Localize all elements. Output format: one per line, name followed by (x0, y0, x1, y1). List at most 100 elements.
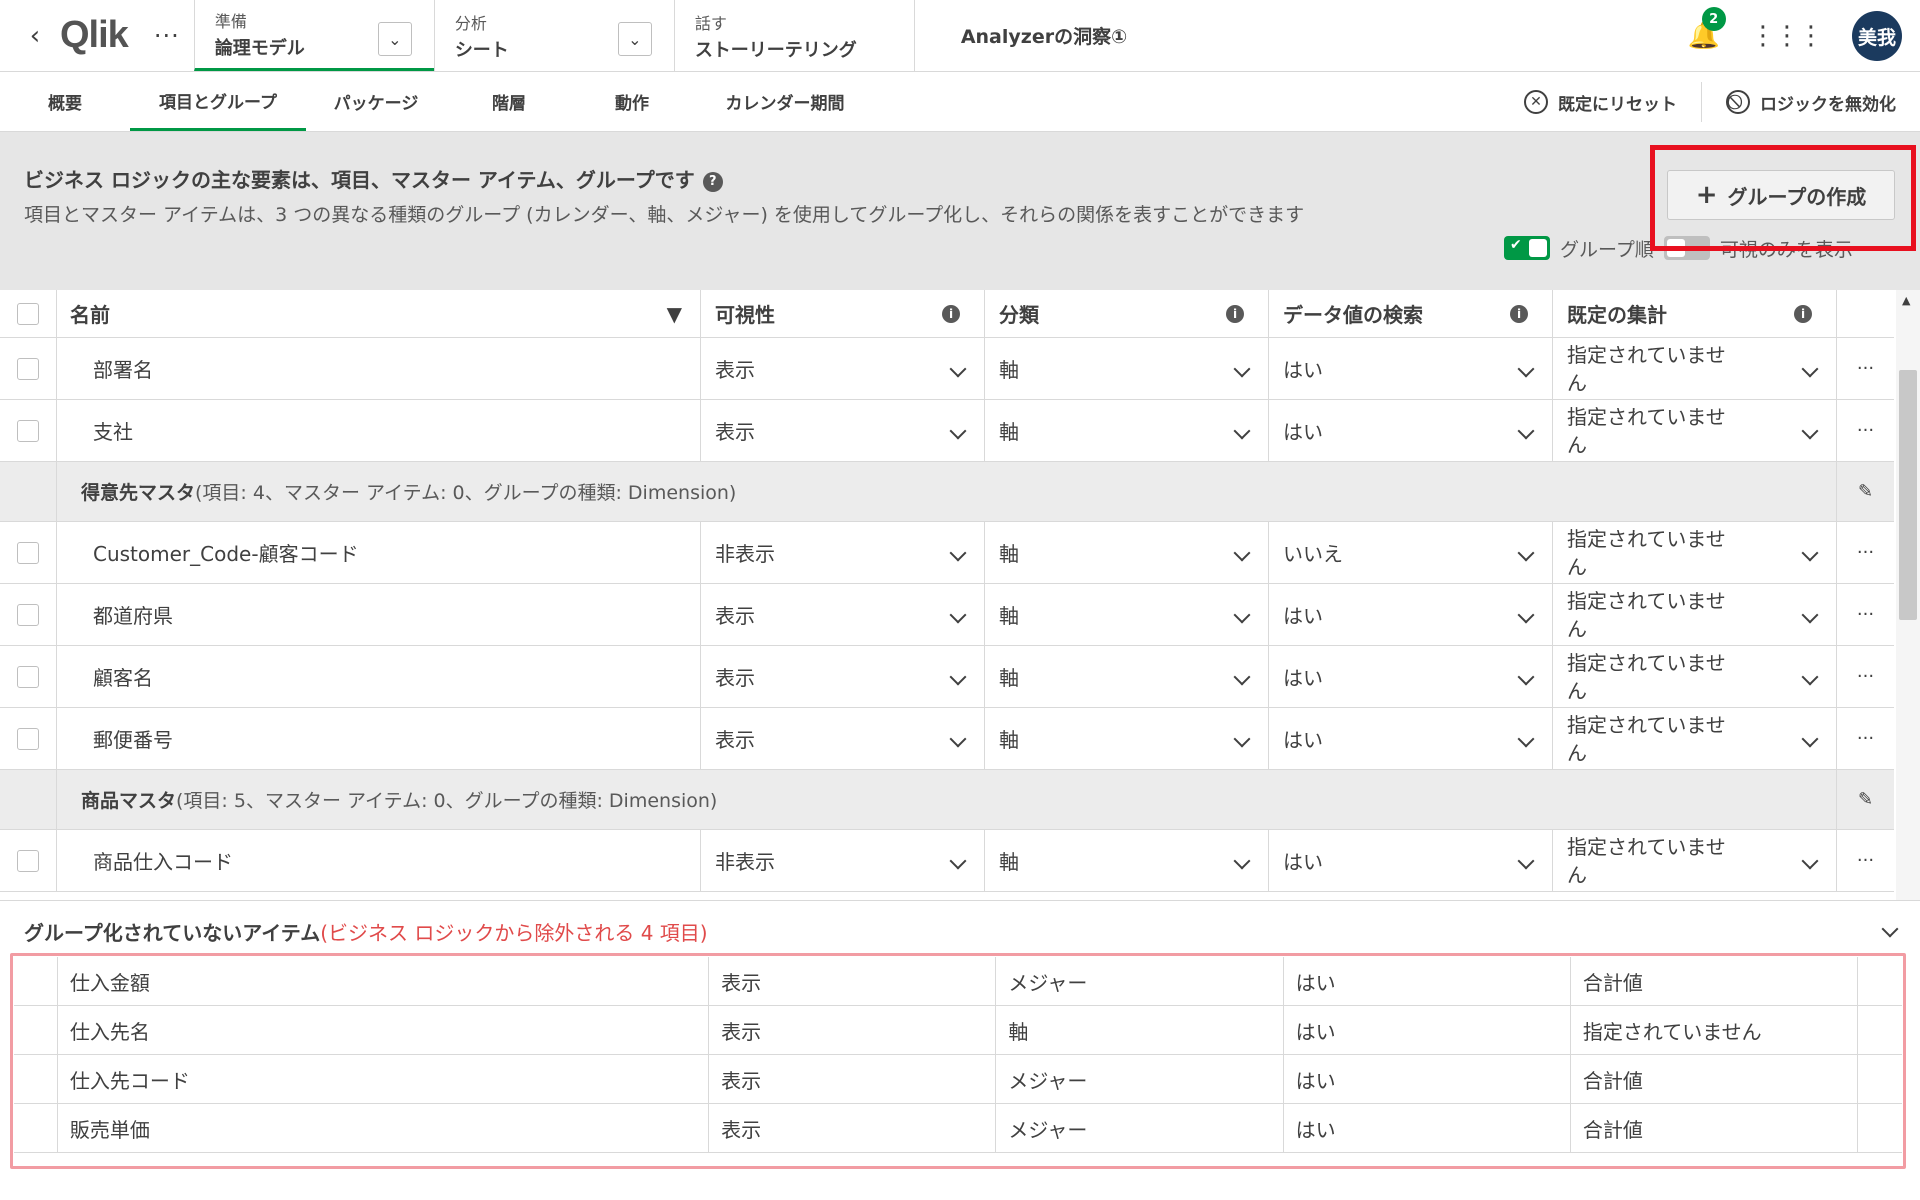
info-icon[interactable]: i (1510, 304, 1528, 323)
edit-icon[interactable]: ✎ (1837, 770, 1894, 829)
tab-overview[interactable]: 概要 (0, 72, 130, 131)
row-more-icon[interactable]: ··· (1837, 646, 1894, 707)
value-search-select[interactable]: はい (1269, 338, 1553, 399)
value-search-value: はい (1283, 850, 1323, 874)
tab-calendar-periods[interactable]: カレンダー期間 (692, 72, 878, 131)
field-name: 販売単価 (58, 1104, 710, 1152)
classification-select[interactable]: 軸 (985, 584, 1269, 645)
aggregation-select[interactable]: 指定されていません (1553, 646, 1837, 707)
visibility-select[interactable]: 表示 (701, 708, 985, 769)
more-options-icon[interactable]: ··· (154, 0, 194, 71)
step-prepare[interactable]: 準備 論理モデル ⌄ (193, 0, 434, 71)
visibility-value: 表示 (709, 1104, 997, 1152)
classification-select[interactable]: 軸 (985, 338, 1269, 399)
ungrouped-row[interactable]: 仕入先名 表示軸はい 指定されていません (14, 1006, 1902, 1055)
aggregation-value: 合計値 (1571, 957, 1859, 1005)
step-analyze[interactable]: 分析 シート ⌄ (433, 0, 674, 71)
ungrouped-row[interactable]: 仕入金額 表示 メジャー はい 合計値 (14, 957, 1902, 1006)
header-default-aggregation[interactable]: 既定の集計 i (1553, 290, 1837, 337)
value-search-select[interactable]: はい (1269, 584, 1553, 645)
classification-select[interactable]: 軸 (985, 708, 1269, 769)
row-checkbox[interactable] (17, 541, 39, 564)
ungrouped-row[interactable]: 販売単価 表示 メジャー はい 合計値 (14, 1104, 1902, 1153)
qlik-logo[interactable]: Qlik (60, 0, 129, 71)
ungrouped-note: (ビジネス ロジックから除外される 4 項目) (320, 921, 708, 945)
value-search-select[interactable]: いいえ (1269, 522, 1553, 583)
classification-select[interactable]: 軸 (985, 522, 1269, 583)
row-checkbox[interactable] (17, 603, 39, 626)
info-title-text: ビジネス ロジックの主な要素は、項目、マスター アイテム、グループです (24, 168, 695, 192)
chevron-down-icon[interactable] (1881, 920, 1899, 938)
filter-icon[interactable]: ▼ (667, 302, 682, 326)
apps-grid-icon[interactable]: ⋮⋮⋮ (1750, 21, 1824, 51)
scroll-up-icon[interactable]: ▲ (1902, 294, 1910, 307)
classification-select[interactable]: 軸 (985, 830, 1269, 891)
step-narrate[interactable]: 話す ストーリーテリング (673, 0, 914, 71)
row-more-icon[interactable]: ··· (1837, 584, 1894, 645)
row-more-icon[interactable]: ··· (1837, 338, 1894, 399)
header-name[interactable]: 名前 ▼ (57, 290, 701, 337)
table-scrollbar[interactable]: ▲ (1896, 290, 1920, 900)
chevron-down-icon (1517, 422, 1535, 439)
chevron-down-icon[interactable]: ⌄ (617, 22, 652, 56)
visibility-select[interactable]: 表示 (701, 338, 985, 399)
group-order-toggle[interactable] (1504, 236, 1550, 260)
group-meta: (項目: 5、マスター アイテム: 0、グループの種類: Dimension) (176, 790, 718, 812)
scroll-thumb[interactable] (1899, 370, 1917, 620)
value-search-select[interactable]: はい (1269, 830, 1553, 891)
row-checkbox[interactable] (17, 419, 39, 442)
field-name: 支社 (57, 400, 701, 461)
info-icon[interactable]: i (942, 304, 960, 323)
row-more-icon[interactable]: ··· (1837, 708, 1894, 769)
row-checkbox[interactable] (17, 357, 39, 380)
visibility-select[interactable]: 表示 (701, 584, 985, 645)
aggregation-select[interactable]: 指定されていません (1553, 338, 1837, 399)
select-all-checkbox[interactable] (17, 302, 39, 325)
aggregation-select[interactable]: 指定されていません (1553, 400, 1837, 461)
step-big-label: ストーリーテリング (694, 39, 857, 61)
value-search-select[interactable]: はい (1269, 400, 1553, 461)
value-search-select[interactable]: はい (1269, 646, 1553, 707)
row-more-icon[interactable]: ··· (1837, 522, 1894, 583)
classification-value: 軸 (999, 420, 1019, 444)
header-classification[interactable]: 分類 i (985, 290, 1269, 337)
tab-packages[interactable]: パッケージ (306, 72, 446, 131)
visibility-select[interactable]: 表示 (701, 646, 985, 707)
aggregation-select[interactable]: 指定されていません (1553, 584, 1837, 645)
classification-value: 軸 (999, 542, 1019, 566)
row-select-cell (0, 646, 57, 707)
edit-icon[interactable]: ✎ (1837, 462, 1894, 521)
row-more-icon[interactable]: ··· (1837, 830, 1894, 891)
header-visibility[interactable]: 可視性 i (701, 290, 985, 337)
disable-logic-button[interactable]: ⃠ ロジックを無効化 (1702, 82, 1920, 122)
tab-behavior[interactable]: 動作 (572, 72, 692, 131)
row-spacer (14, 1006, 58, 1054)
aggregation-select[interactable]: 指定されていません (1553, 830, 1837, 891)
tab-fields-groups[interactable]: 項目とグループ (130, 72, 306, 131)
row-more-icon[interactable]: ··· (1837, 400, 1894, 461)
bell-icon[interactable]: 🔔 2 (1688, 7, 1726, 51)
classification-select[interactable]: 軸 (985, 646, 1269, 707)
row-checkbox[interactable] (17, 849, 39, 872)
visibility-select[interactable]: 非表示 (701, 830, 985, 891)
value-search-select[interactable]: はい (1269, 708, 1553, 769)
classification-select[interactable]: 軸 (985, 400, 1269, 461)
ungrouped-title[interactable]: グループ化されていないアイテム(ビジネス ロジックから除外される 4 項目) (24, 917, 708, 946)
reset-button[interactable]: ✕ 既定にリセット (1500, 82, 1701, 122)
ungrouped-row[interactable]: 仕入先コード 表示 メジャー はい 合計値 (14, 1055, 1902, 1104)
avatar[interactable]: 美我 (1852, 11, 1902, 61)
info-icon[interactable]: i (1794, 304, 1812, 323)
info-icon[interactable]: i (1226, 304, 1244, 323)
tab-hierarchy[interactable]: 階層 (446, 72, 572, 131)
row-checkbox[interactable] (17, 727, 39, 750)
header-value-search[interactable]: データ値の検索 i (1269, 290, 1553, 337)
visibility-select[interactable]: 表示 (701, 400, 985, 461)
help-icon[interactable]: ? (702, 171, 723, 192)
aggregation-select[interactable]: 指定されていません (1553, 708, 1837, 769)
visibility-select[interactable]: 非表示 (701, 522, 985, 583)
aggregation-select[interactable]: 指定されていません (1553, 522, 1837, 583)
row-checkbox[interactable] (17, 665, 39, 688)
aggregation-value: 指定されていません (1567, 403, 1747, 459)
chevron-down-icon[interactable]: ⌄ (377, 22, 412, 56)
back-arrow-icon[interactable]: ‹ (20, 0, 50, 71)
